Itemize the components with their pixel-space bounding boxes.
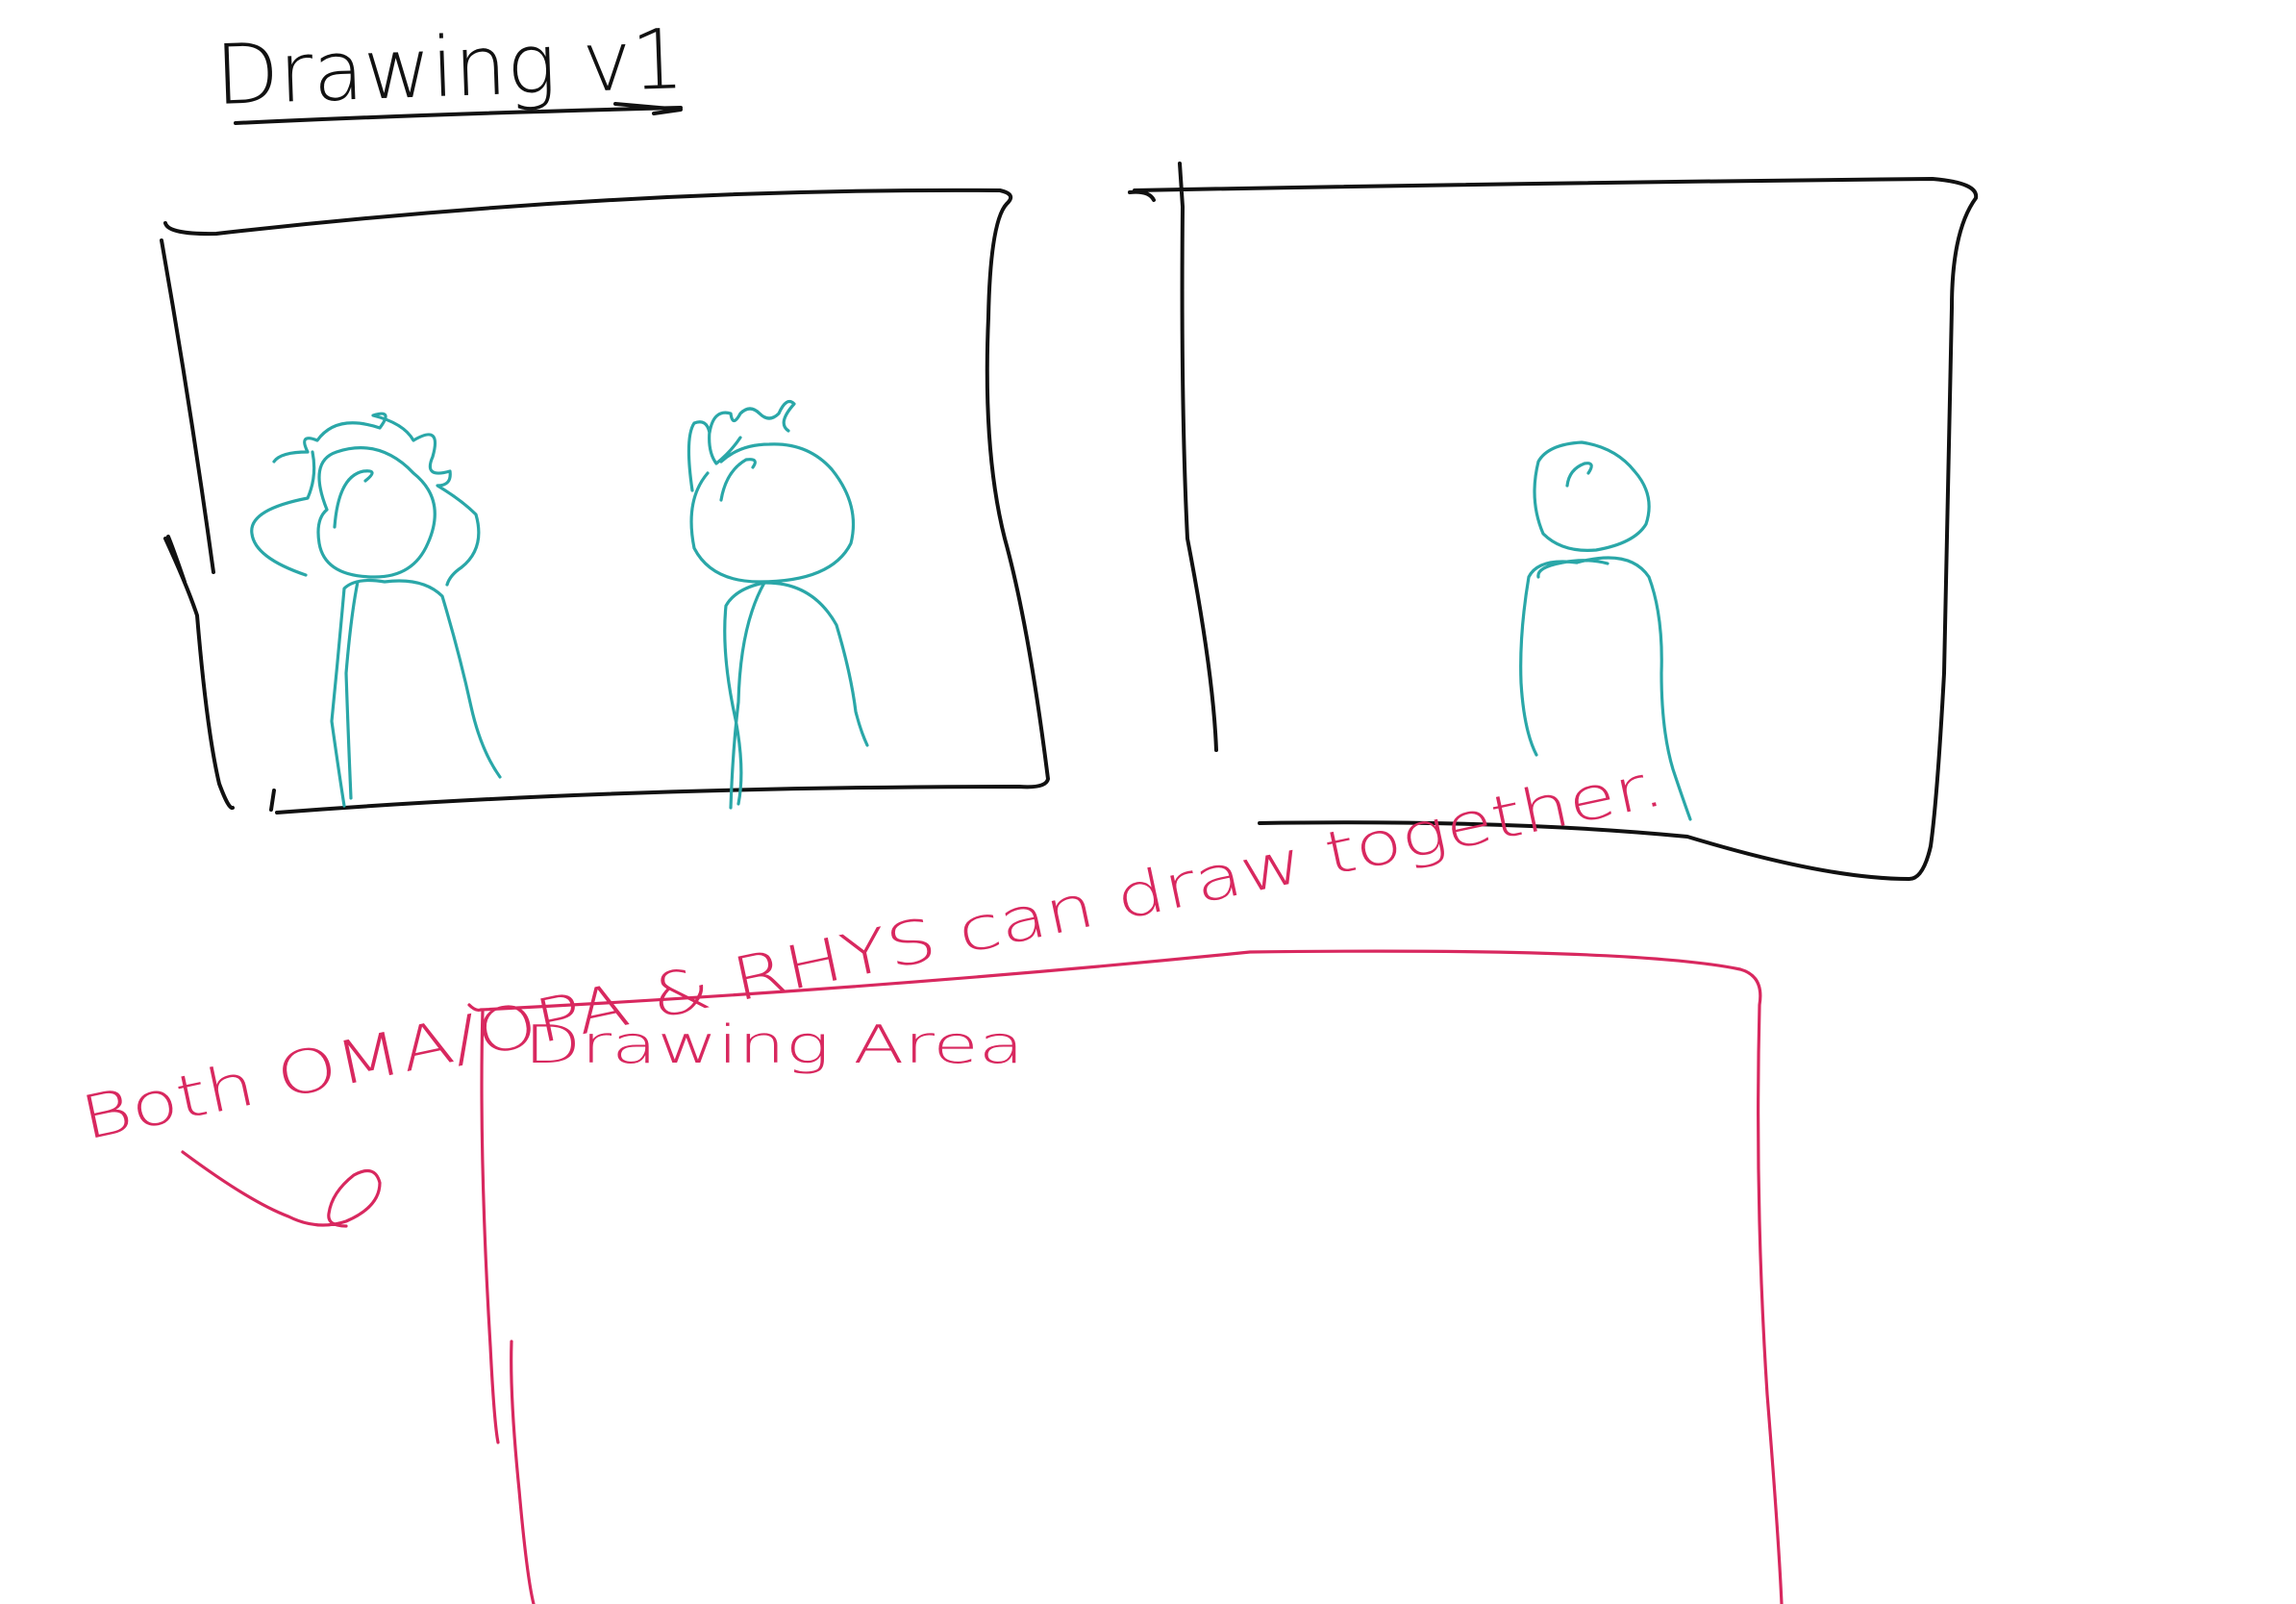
drawing-area: Drawing Area: [467, 949, 1784, 1604]
figure-left: [250, 412, 502, 808]
sketch-title: Drawing v1: [213, 12, 686, 124]
sketch-canvas: Drawing v1 Both OMA/OPA & RHYS can draw …: [75, 12, 1979, 1604]
figure-middle: [686, 400, 869, 810]
annotation-arrow: [181, 1150, 382, 1228]
drawing-area-label: Drawing Area: [524, 1015, 1024, 1075]
